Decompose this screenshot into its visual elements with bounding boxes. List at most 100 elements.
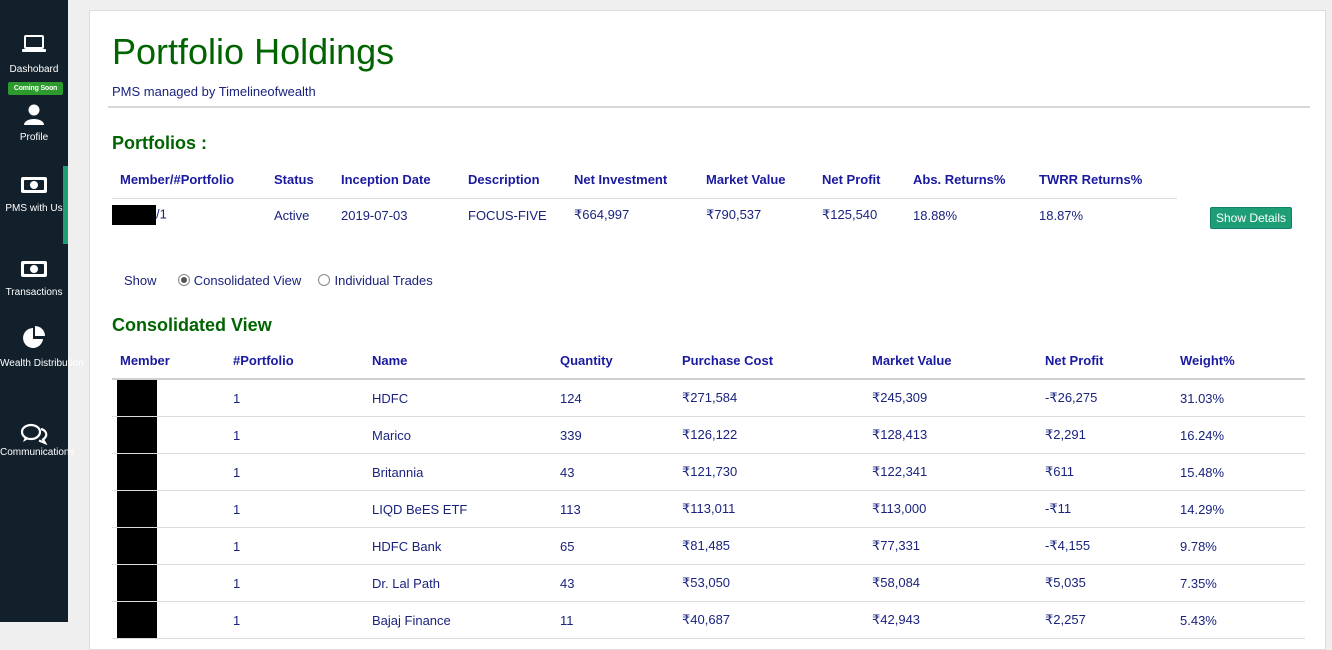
redacted-block <box>117 528 157 564</box>
net-profit-cell: ₹125,540 <box>822 207 878 223</box>
abs-returns-cell: 18.88% <box>913 207 958 223</box>
column-header: Name <box>372 351 560 380</box>
page-title: Portfolio Holdings <box>112 31 395 72</box>
name-cell: Dr. Lal Path <box>372 564 560 602</box>
individual-trades-radio[interactable] <box>318 274 331 286</box>
user-icon <box>24 104 44 125</box>
redacted-block <box>117 417 157 453</box>
cost-cell: ₹126,122 <box>682 416 872 454</box>
table-header-row: Member #Portfolio Name Quantity Purchase… <box>112 351 1305 380</box>
cost-cell: ₹81,485 <box>682 527 872 565</box>
column-header: Purchase Cost <box>682 351 872 380</box>
consolidated-table: Member #Portfolio Name Quantity Purchase… <box>112 351 1305 639</box>
sidebar-item-label: Transactions <box>5 287 63 298</box>
net-investment-cell: ₹664,997 <box>574 207 630 223</box>
show-details-button[interactable]: Show Details <box>1210 207 1292 229</box>
redacted-block <box>117 454 157 490</box>
value-cell: ₹113,000 <box>872 490 1045 528</box>
portfolios-table: Member/#Portfolio Status Inception Date … <box>112 169 1177 232</box>
table-row: 1 Bajaj Finance 11 ₹40,687 ₹42,943 ₹2,25… <box>112 601 1305 639</box>
profit-cell: -₹11 <box>1045 490 1180 528</box>
weight-cell: 31.03% <box>1180 379 1305 417</box>
column-header: Weight% <box>1180 351 1305 380</box>
sidebar-item-label: PMS with Us <box>5 203 63 214</box>
column-header: Market Value <box>872 351 1045 380</box>
sidebar-item-pms[interactable]: PMS with Us <box>0 166 68 244</box>
profit-cell: ₹5,035 <box>1045 564 1180 602</box>
member-cell <box>112 527 233 565</box>
page-subtitle: PMS managed by Timelineofwealth <box>112 84 316 99</box>
column-header: #Portfolio <box>233 351 372 380</box>
value-cell: ₹42,943 <box>872 601 1045 639</box>
table-row: 1 Britannia 43 ₹121,730 ₹122,341 ₹611 15… <box>112 453 1305 491</box>
value-cell: ₹77,331 <box>872 527 1045 565</box>
quantity-cell: 113 <box>560 490 682 528</box>
laptop-icon <box>22 35 46 52</box>
member-cell <box>112 490 233 528</box>
consolidated-view-radio[interactable] <box>177 274 190 286</box>
value-cell: ₹245,309 <box>872 379 1045 417</box>
column-header: Inception Date <box>341 169 468 199</box>
portfolio-number: /1 <box>156 206 167 222</box>
name-cell: Marico <box>372 416 560 454</box>
sidebar-item-profile[interactable]: Profile <box>0 103 68 145</box>
member-cell: /1 <box>112 198 274 232</box>
money-icon <box>21 261 47 277</box>
profit-cell: ₹2,257 <box>1045 601 1180 639</box>
redacted-block <box>117 565 157 601</box>
inception-cell: 2019-07-03 <box>341 207 408 223</box>
table-header-row: Member/#Portfolio Status Inception Date … <box>112 169 1177 199</box>
sidebar-item-label: Communications <box>0 447 75 458</box>
name-cell: LIQD BeES ETF <box>372 490 560 528</box>
name-cell: HDFC <box>372 379 560 417</box>
sidebar-item-label: Wealth Distribution <box>0 358 84 369</box>
weight-cell: 5.43% <box>1180 601 1305 639</box>
quantity-cell: 43 <box>560 564 682 602</box>
consolidated-heading: Consolidated View <box>112 315 272 335</box>
profit-cell: ₹611 <box>1045 453 1180 491</box>
show-label: Show <box>124 273 157 288</box>
individual-trades-label[interactable]: Individual Trades <box>334 273 432 288</box>
sidebar-item-wealth-distribution[interactable]: Wealth Distribution <box>0 325 84 371</box>
portfolio-cell: 1 <box>233 527 372 565</box>
cost-cell: ₹113,011 <box>682 490 872 528</box>
cost-cell: ₹271,584 <box>682 379 872 417</box>
column-header: Net Profit <box>1045 351 1180 380</box>
table-row: 1 HDFC 124 ₹271,584 ₹245,309 -₹26,275 31… <box>112 379 1305 417</box>
description-cell: FOCUS-FIVE <box>468 207 547 223</box>
column-header: Member/#Portfolio <box>112 169 274 199</box>
value-cell: ₹58,084 <box>872 564 1045 602</box>
portfolios-heading: Portfolios : <box>112 133 207 153</box>
money-icon <box>21 177 47 193</box>
column-header: Net Profit <box>822 169 913 199</box>
value-cell: ₹122,341 <box>872 453 1045 491</box>
portfolio-cell: 1 <box>233 416 372 454</box>
quantity-cell: 124 <box>560 379 682 417</box>
profit-cell: -₹26,275 <box>1045 379 1180 417</box>
redacted-block <box>117 491 157 527</box>
redacted-block <box>117 602 157 638</box>
sidebar-item-label: Dashobard <box>9 64 59 75</box>
divider <box>108 106 1310 108</box>
sidebar-item-transactions[interactable]: Transactions <box>0 260 68 300</box>
portfolio-cell: 1 <box>233 453 372 491</box>
value-cell: ₹128,413 <box>872 416 1045 454</box>
pie-chart-icon <box>23 326 45 348</box>
name-cell: Britannia <box>372 453 560 491</box>
twrr-returns-cell: 18.87% <box>1039 207 1084 223</box>
weight-cell: 16.24% <box>1180 416 1305 454</box>
market-value-cell: ₹790,537 <box>706 207 762 223</box>
column-header: Member <box>112 351 233 380</box>
profit-cell: ₹2,291 <box>1045 416 1180 454</box>
consolidated-view-label[interactable]: Consolidated View <box>194 273 301 288</box>
chat-icon <box>20 423 48 445</box>
column-header: Abs. Returns% <box>913 169 1039 199</box>
column-header: Description <box>468 169 574 199</box>
sidebar: Dashobard Coming Soon Profile PMS with U… <box>0 0 84 622</box>
sidebar-item-dashboard[interactable]: Dashobard <box>0 34 68 77</box>
weight-cell: 9.78% <box>1180 527 1305 565</box>
view-toggle: Show Consolidated View Individual Trades <box>124 273 433 288</box>
column-header: Market Value <box>706 169 822 199</box>
sidebar-item-communications[interactable]: Communications <box>0 423 75 460</box>
table-row: 1 HDFC Bank 65 ₹81,485 ₹77,331 -₹4,155 9… <box>112 527 1305 565</box>
